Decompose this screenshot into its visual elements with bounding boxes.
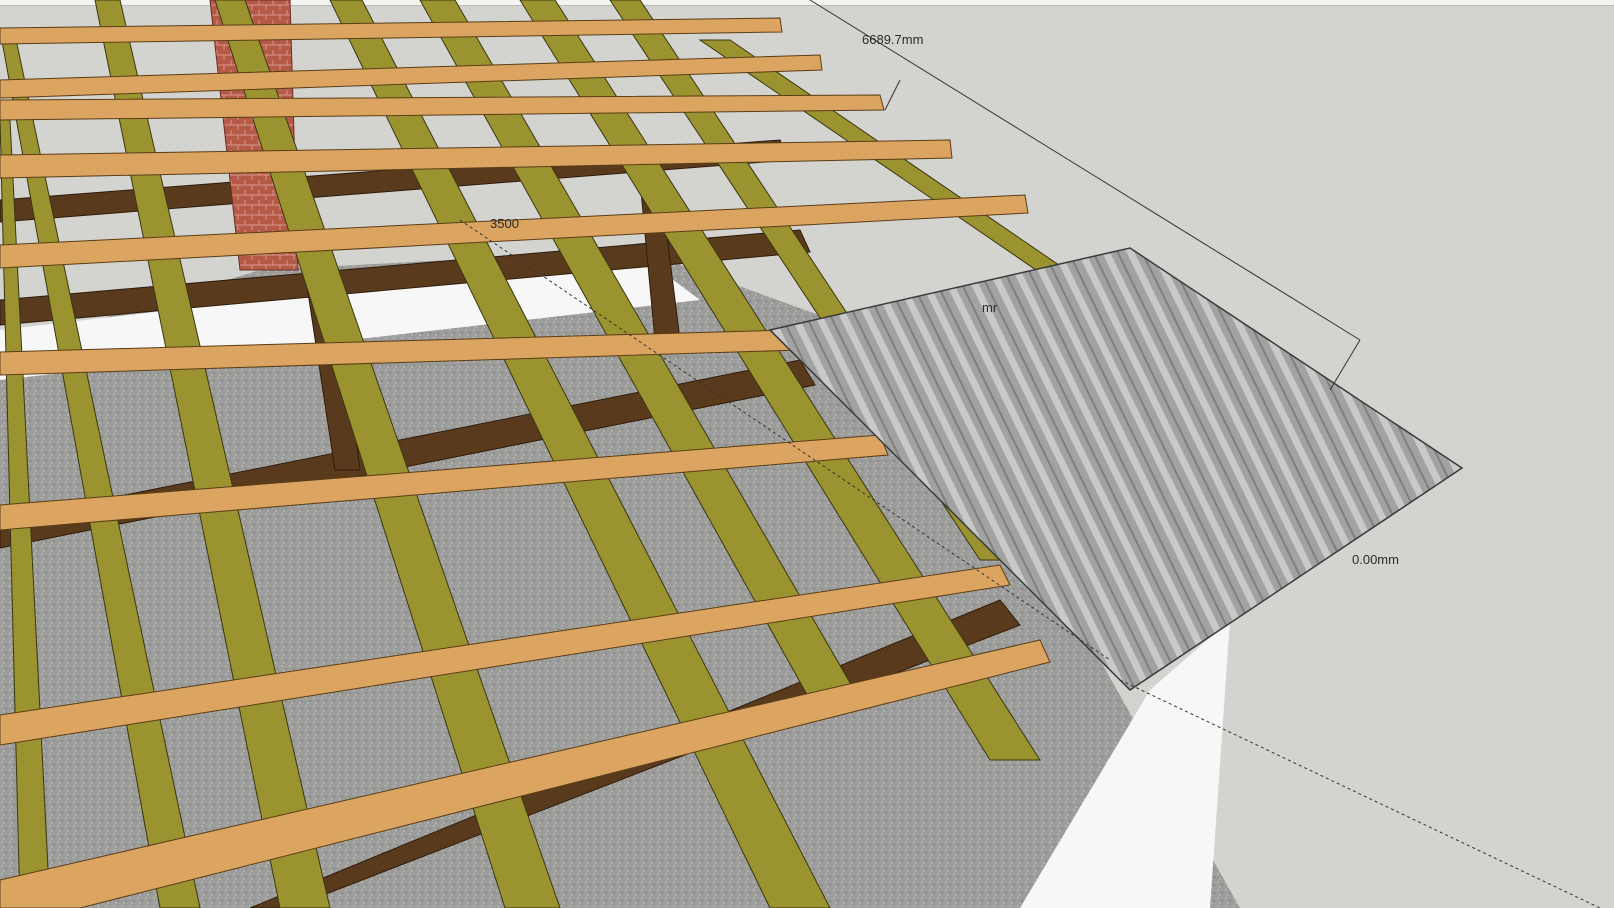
- dimension-label-middle: 3500: [490, 216, 519, 231]
- 3d-model-viewport[interactable]: [0, 0, 1614, 908]
- dimension-label-zero: 0.00mm: [1352, 552, 1399, 567]
- dimension-label-top: 6689.7mm: [862, 32, 924, 47]
- dimension-label-partial: mr: [982, 300, 998, 315]
